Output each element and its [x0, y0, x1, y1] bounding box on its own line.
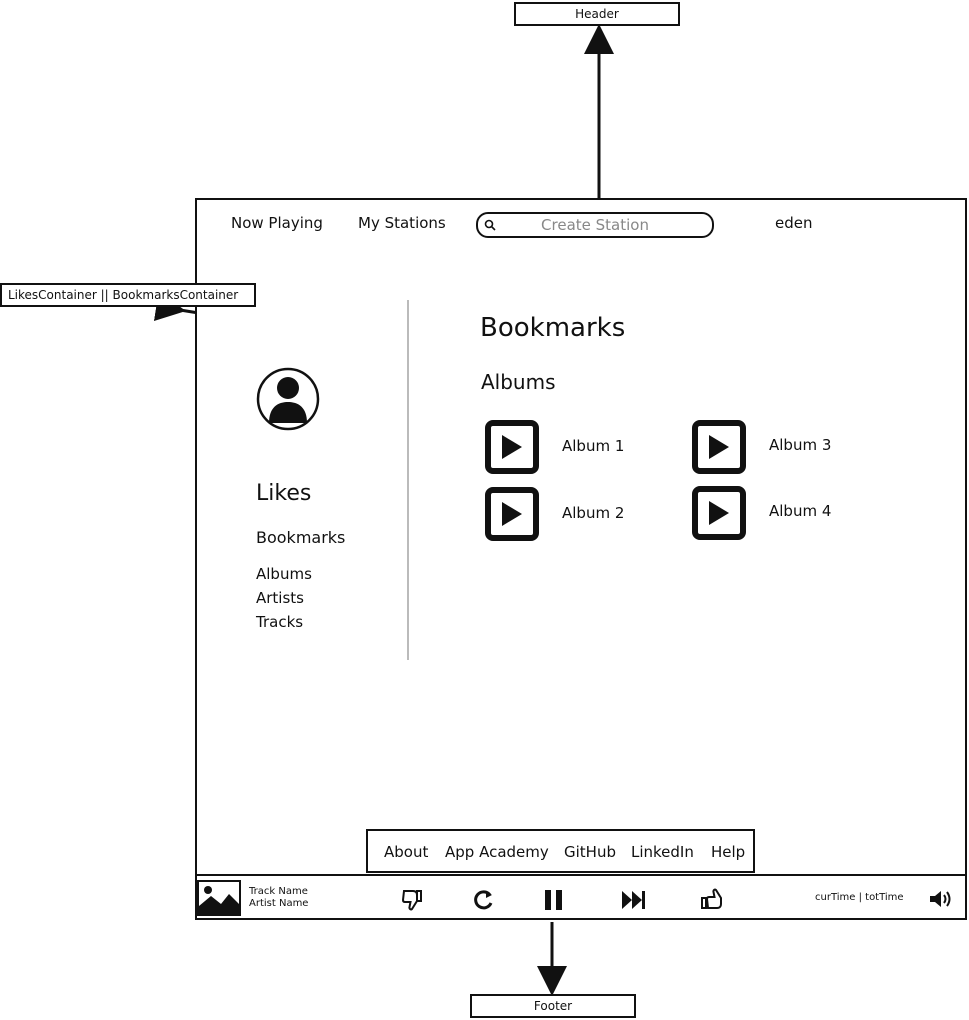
callout-footer: Footer	[470, 994, 636, 1018]
album-3-label[interactable]: Album 3	[769, 436, 831, 454]
thumbs-up-icon[interactable]	[701, 888, 723, 910]
search-placeholder: Create Station	[541, 216, 649, 234]
album-3-play-icon[interactable]	[692, 420, 746, 474]
artist-name: Artist Name	[249, 898, 309, 909]
sidebar-item-albums[interactable]: Albums	[256, 565, 312, 583]
search-input[interactable]: Create Station	[476, 212, 714, 238]
page-title: Bookmarks	[480, 313, 626, 343]
album-1-play-icon[interactable]	[485, 420, 539, 474]
avatar-icon	[256, 367, 320, 431]
sidebar-likes[interactable]: Likes	[256, 481, 311, 506]
footer-link-help[interactable]: Help	[711, 843, 745, 861]
sidebar-bookmarks[interactable]: Bookmarks	[256, 528, 345, 547]
volume-icon[interactable]	[929, 889, 953, 909]
thumbs-down-icon[interactable]	[401, 889, 423, 911]
skip-forward-icon[interactable]	[621, 890, 647, 910]
replay-icon[interactable]	[473, 889, 495, 911]
track-name: Track Name	[249, 886, 308, 897]
footer-link-app-academy[interactable]: App Academy	[445, 843, 549, 861]
player-bar: Track Name Artist Name curTime | totTime	[195, 874, 967, 920]
album-2-label[interactable]: Album 2	[562, 504, 624, 522]
pause-icon[interactable]	[543, 888, 565, 912]
callout-header: Header	[514, 2, 680, 26]
album-4-label[interactable]: Album 4	[769, 502, 831, 520]
sidebar-divider	[407, 300, 409, 660]
user-name[interactable]: eden	[775, 214, 813, 232]
section-title: Albums	[481, 370, 556, 394]
album-2-play-icon[interactable]	[485, 487, 539, 541]
sidebar-item-artists[interactable]: Artists	[256, 589, 304, 607]
album-1-label[interactable]: Album 1	[562, 437, 624, 455]
album-4-play-icon[interactable]	[692, 486, 746, 540]
nav-now-playing[interactable]: Now Playing	[231, 214, 323, 232]
callout-likes-container: LikesContainer || BookmarksContainer	[0, 283, 256, 307]
footer-link-linkedin[interactable]: LinkedIn	[631, 843, 694, 861]
footer-link-about[interactable]: About	[384, 843, 428, 861]
image-icon	[199, 886, 239, 914]
nav-my-stations[interactable]: My Stations	[358, 214, 446, 232]
footer-links: About App Academy GitHub LinkedIn Help	[366, 829, 755, 873]
sidebar-item-tracks[interactable]: Tracks	[256, 613, 303, 631]
time-readout: curTime | totTime	[815, 892, 904, 903]
app-frame	[195, 198, 967, 920]
album-art-image	[197, 880, 241, 916]
footer-link-github[interactable]: GitHub	[564, 843, 616, 861]
